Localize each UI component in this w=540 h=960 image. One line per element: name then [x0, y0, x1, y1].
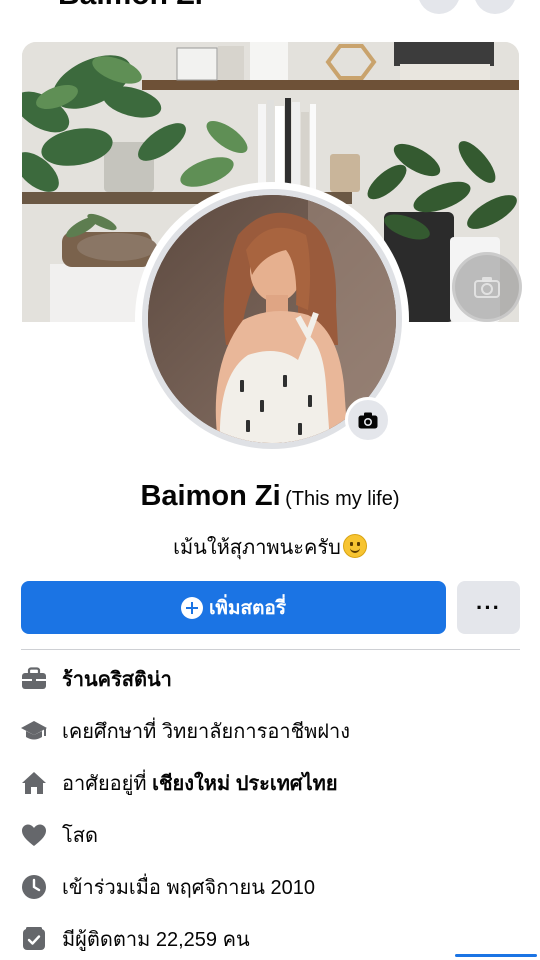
add-story-button[interactable]: เพิ่มสตอรี่ [21, 581, 446, 634]
detail-workplace[interactable]: ร้านคริสติน่า [20, 664, 172, 694]
detail-workplace-text: ร้านคริสติน่า [62, 669, 172, 691]
detail-relationship-text: โสด [62, 825, 98, 847]
camera-icon [358, 412, 378, 428]
detail-followers[interactable]: มีผู้ติดตาม 22,259 คน [20, 924, 250, 954]
more-options-button[interactable]: ··· [457, 581, 520, 634]
detail-location-text: อาศัยอยู่ที่ เชียงใหม่ ประเทศไทย [62, 773, 338, 795]
profile-name: Baimon Zi [140, 480, 281, 512]
detail-education-text: เคยศึกษาที่ วิทยาลัยการอาชีพฝาง [62, 721, 351, 743]
home-icon [20, 769, 48, 797]
cover-camera-button[interactable] [452, 252, 522, 322]
top-header: Baimon Zi [0, 0, 540, 40]
profile-bio: เม้นให้สุภาพนะครับ [0, 531, 540, 563]
followers-icon [20, 925, 48, 953]
detail-followers-text: มีผู้ติดตาม 22,259 คน [62, 929, 250, 951]
divider [21, 649, 520, 650]
header-search-button[interactable] [474, 0, 516, 14]
graduation-cap-icon [20, 717, 48, 745]
avatar-camera-button[interactable] [345, 397, 391, 443]
bottom-indicator [455, 954, 537, 957]
smile-emoji-icon [342, 534, 367, 558]
clock-icon [20, 873, 48, 901]
profile-nickname: (This my life) [285, 488, 400, 510]
detail-joined[interactable]: เข้าร่วมเมื่อ พฤศจิกายน 2010 [20, 872, 315, 902]
briefcase-icon [20, 665, 48, 693]
header-edit-button[interactable] [418, 0, 460, 14]
detail-joined-text: เข้าร่วมเมื่อ พฤศจิกายน 2010 [62, 877, 315, 899]
heart-icon [20, 821, 48, 849]
header-title: Baimon Zi [58, 0, 203, 12]
detail-relationship[interactable]: โสด [20, 820, 98, 850]
plus-circle-icon [180, 596, 203, 619]
camera-icon [474, 277, 500, 298]
detail-location[interactable]: อาศัยอยู่ที่ เชียงใหม่ ประเทศไทย [20, 768, 338, 798]
add-story-label: เพิ่มสตอรี่ [208, 597, 287, 619]
profile-bio-text: เม้นให้สุภาพนะครับ [173, 537, 341, 559]
detail-education[interactable]: เคยศึกษาที่ วิทยาลัยการอาชีพฝาง [20, 716, 350, 746]
profile-name-row: Baimon Zi (This my life) [0, 480, 540, 513]
more-options-label: ··· [476, 594, 501, 620]
